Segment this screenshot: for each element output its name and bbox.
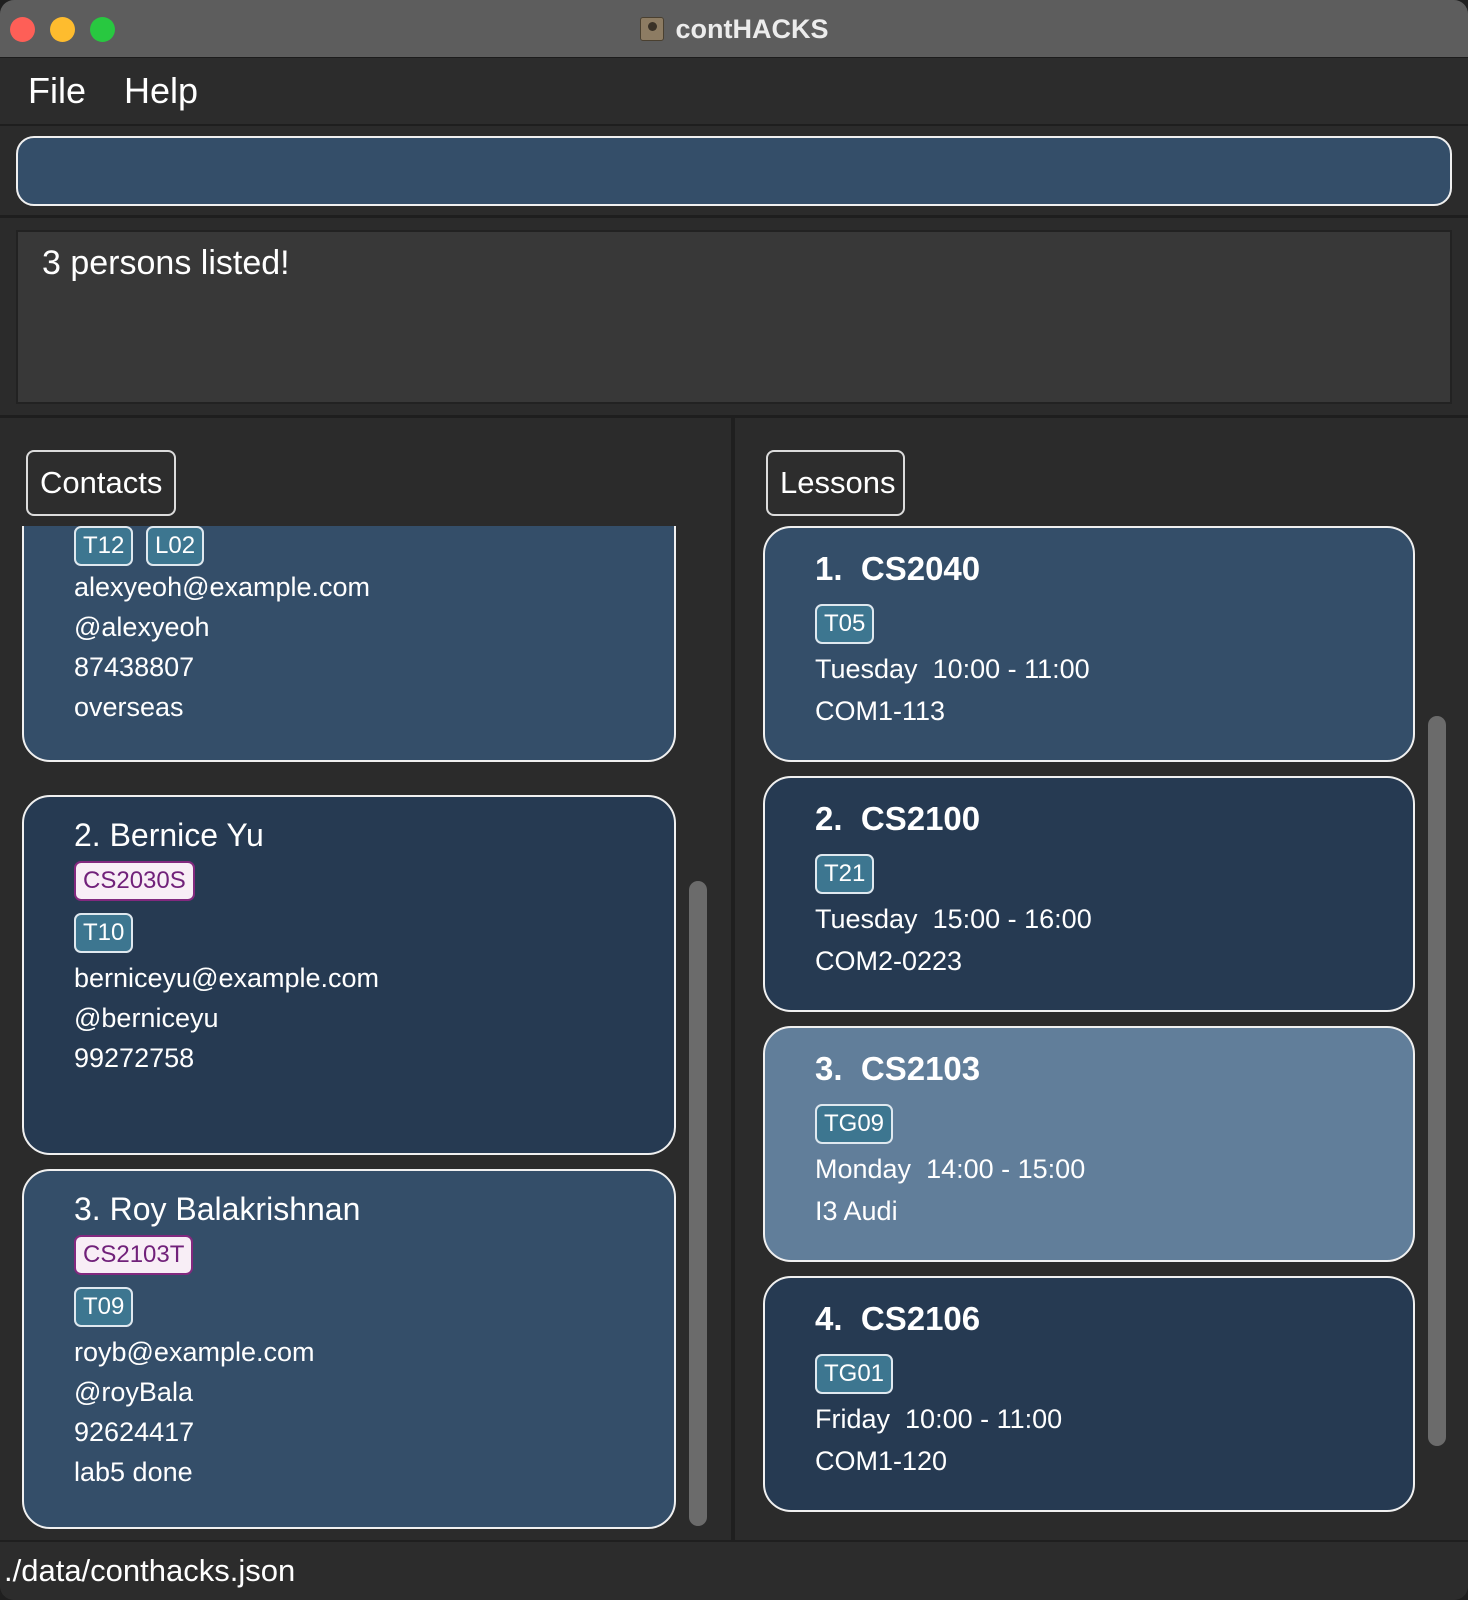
- lessons-scrollbar[interactable]: [1428, 716, 1446, 1446]
- contact-email: berniceyu@example.com: [74, 963, 380, 993]
- menu-bar: File Help: [0, 58, 1468, 126]
- lesson-time: 15:00 - 16:00: [932, 904, 1092, 934]
- group-tag: T10: [74, 913, 134, 953]
- contact-phone: 87438807: [74, 652, 195, 682]
- lesson-card[interactable]: 4. CS2106 TG01 Friday 10:00 - 11:00 COM1…: [763, 1276, 1415, 1512]
- lesson-day: Tuesday: [815, 904, 918, 934]
- lesson-venue: COM1-113: [815, 696, 946, 726]
- contact-email: royb@example.com: [74, 1337, 315, 1367]
- lesson-venue: I3 Audi: [815, 1196, 898, 1226]
- contact-phone: 99272758: [74, 1043, 195, 1073]
- module-tag: CS2103T: [74, 1235, 194, 1275]
- contact-card[interactable]: 3. Roy Balakrishnan CS2103T T09 royb@exa…: [22, 1169, 676, 1529]
- lesson-index: 2.: [815, 800, 843, 837]
- lesson-group-tag: TG01: [815, 1354, 894, 1394]
- contact-list[interactable]: T12 L02 alexyeoh@example.com @alexyeoh 8…: [0, 526, 731, 1540]
- contact-remark: overseas: [74, 692, 184, 722]
- command-box-area: [0, 126, 1468, 218]
- lesson-card-selected[interactable]: 3. CS2103 TG09 Monday 14:00 - 15:00 I3 A…: [763, 1026, 1415, 1262]
- lesson-day: Monday: [815, 1154, 912, 1184]
- module-tag: CS2030S: [74, 861, 195, 901]
- lesson-index: 3.: [815, 1050, 843, 1087]
- lesson-time: 10:00 - 11:00: [932, 654, 1090, 684]
- contact-telegram: @alexyeoh: [74, 612, 210, 642]
- lesson-module: CS2100: [860, 800, 981, 837]
- lesson-group-tag: T21: [815, 854, 875, 894]
- tab-contacts-label: Contacts: [40, 465, 163, 500]
- lesson-time: 14:00 - 15:00: [926, 1154, 1086, 1184]
- menu-file[interactable]: File: [28, 70, 86, 112]
- lesson-group-tag: T05: [815, 604, 875, 644]
- contact-name: 3. Roy Balakrishnan: [74, 1191, 361, 1227]
- contact-email: alexyeoh@example.com: [74, 572, 371, 602]
- lesson-venue: COM2-0223: [815, 946, 963, 976]
- lesson-card[interactable]: 1. CS2040 T05 Tuesday 10:00 - 11:00 COM1…: [763, 526, 1415, 762]
- contact-phone: 92624417: [74, 1417, 195, 1447]
- result-display: 3 persons listed!: [16, 230, 1452, 404]
- app-window: contHACKS File Help 3 persons listed! Co…: [0, 0, 1468, 1600]
- group-tag: T12: [74, 526, 134, 566]
- title-bar: contHACKS: [0, 0, 1468, 58]
- contact-telegram: @royBala: [74, 1377, 193, 1407]
- lesson-index: 1.: [815, 550, 843, 587]
- lesson-day: Friday: [815, 1404, 891, 1434]
- lesson-day: Tuesday: [815, 654, 918, 684]
- lesson-module: CS2103: [860, 1050, 981, 1087]
- group-tag: T09: [74, 1287, 134, 1327]
- contact-remark: lab5 done: [74, 1457, 193, 1487]
- command-input[interactable]: [16, 136, 1452, 206]
- result-message: 3 persons listed!: [42, 244, 290, 282]
- contacts-scrollbar[interactable]: [689, 881, 707, 1526]
- contact-name: 2. Bernice Yu: [74, 817, 264, 853]
- contact-card[interactable]: T12 L02 alexyeoh@example.com @alexyeoh 8…: [22, 526, 676, 762]
- lesson-time: 10:00 - 11:00: [905, 1404, 1063, 1434]
- result-display-area: 3 persons listed!: [0, 218, 1468, 418]
- contact-telegram: @berniceyu: [74, 1003, 219, 1033]
- data-file-path: ./data/conthacks.json: [4, 1553, 296, 1588]
- lesson-module: CS2040: [860, 550, 981, 587]
- tab-contacts[interactable]: Contacts: [26, 450, 176, 516]
- group-tag: L02: [146, 526, 205, 566]
- lesson-module: CS2106: [860, 1300, 981, 1337]
- lesson-venue: COM1-120: [815, 1446, 948, 1476]
- title-group: contHACKS: [0, 0, 1468, 58]
- tab-lessons-label: Lessons: [780, 465, 896, 500]
- tab-lessons[interactable]: Lessons: [766, 450, 905, 516]
- main-panels: Contacts T12 L02 alexyeoh@example.com @a…: [0, 418, 1468, 1540]
- contacts-book-icon: [639, 17, 664, 41]
- lesson-index: 4.: [815, 1300, 843, 1337]
- contact-card[interactable]: 2. Bernice Yu CS2030S T10 berniceyu@exam…: [22, 795, 676, 1155]
- lesson-list[interactable]: 1. CS2040 T05 Tuesday 10:00 - 11:00 COM1…: [735, 526, 1468, 1540]
- status-bar: ./data/conthacks.json: [0, 1540, 1468, 1600]
- lesson-group-tag: TG09: [815, 1104, 894, 1144]
- window-title: contHACKS: [675, 13, 829, 44]
- menu-help[interactable]: Help: [124, 70, 198, 112]
- lesson-card[interactable]: 2. CS2100 T21 Tuesday 15:00 - 16:00 COM2…: [763, 776, 1415, 1012]
